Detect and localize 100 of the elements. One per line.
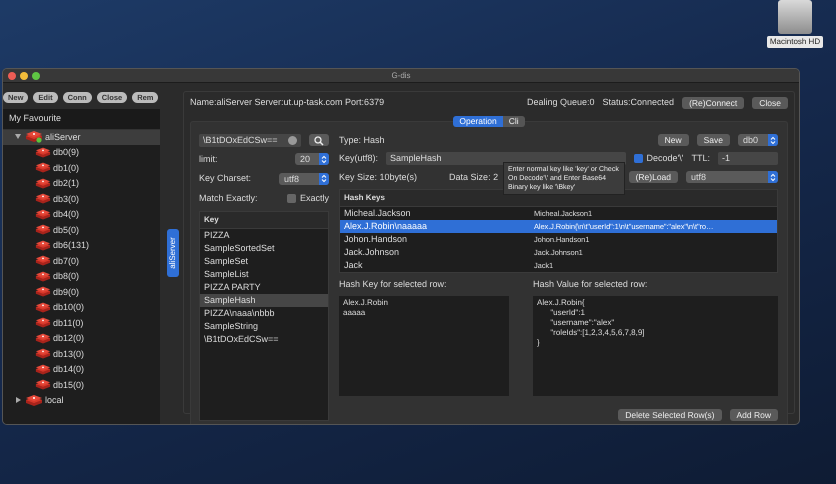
stacked-blocks-icon [35, 162, 51, 174]
stacked-blocks-icon [35, 270, 51, 283]
tree-item-label[interactable]: db12(0) [53, 332, 84, 346]
key-list-item[interactable]: \B1tDOxEdCSw== [200, 333, 328, 346]
stacked-blocks-icon [35, 379, 51, 392]
tree-item-label[interactable]: db9(0) [53, 286, 80, 299]
charset-label: Key Charset: [199, 172, 252, 185]
search-field[interactable]: \B1tDOxEdCSw== [199, 134, 301, 146]
tree-header: My Favourite [3, 109, 160, 130]
key-list-item[interactable]: PIZZA [200, 229, 328, 242]
clear-icon[interactable] [288, 136, 297, 144]
key-list-item[interactable]: PIZZA\naaa\nbbb [200, 307, 328, 320]
hard-drive-icon [778, 0, 812, 34]
reload-button[interactable]: (Re)Load [628, 171, 678, 184]
hash-key-label: Hash Key for selected row: [339, 278, 448, 291]
stacked-blocks-icon [35, 348, 51, 360]
stacked-blocks-icon [35, 208, 51, 221]
tree-item[interactable]: aliServer [3, 130, 160, 145]
stacked-blocks-icon [35, 240, 51, 252]
stacked-blocks-icon [35, 224, 51, 236]
hash-value-text[interactable]: Alex.J.Robin{ "userId":1 "username":"alex" "roleIds":[1,2,3,4,5,6,7,8,9] } [533, 296, 778, 396]
stacked-blocks-icon [35, 286, 51, 298]
header-button[interactable]: Close [752, 96, 788, 109]
stacked-blocks-icon [35, 193, 51, 206]
tree-item-label[interactable]: db11(0) [53, 316, 84, 330]
desktop-icon-label[interactable]: Macintosh HD [766, 36, 824, 48]
column-header: Key [200, 212, 328, 229]
key-type: Type: Hash [339, 134, 385, 147]
chevron-up-down-icon [770, 172, 776, 182]
ttl-label: TTL: [691, 152, 710, 165]
connection-status: Status:Connected [602, 96, 674, 109]
tree-item-label: local [45, 394, 64, 407]
table-cell-text: Jack.Johnson [343, 246, 400, 259]
tree-item-label[interactable]: db14(0) [53, 363, 84, 376]
decode-checkbox[interactable]: Decode'\' [634, 152, 684, 166]
exactly-checkbox[interactable]: Exactly [286, 192, 329, 205]
db-dropdown[interactable]: db0 [738, 134, 778, 146]
side-tab[interactable]: aliServer [167, 228, 179, 276]
stacked-blocks-icon [35, 255, 51, 268]
stacked-blocks-icon [35, 317, 51, 330]
stacked-blocks-icon [35, 178, 51, 190]
match-label: Match Exactly: [199, 192, 258, 205]
action-button[interactable]: Delete Selected Row(s) [618, 408, 722, 420]
key-list-item[interactable]: SampleSortedSet [200, 242, 328, 255]
tab[interactable]: Cli [502, 116, 525, 126]
stacked-blocks-icon [35, 302, 51, 314]
server-info: Name:aliServer Server:ut.up-task.com Port:6379 [190, 96, 384, 109]
tree-item-label[interactable]: db3(0) [53, 192, 80, 206]
table-cell-text: Jack [343, 259, 364, 272]
tree-item-label[interactable]: db0(9) [53, 146, 80, 160]
detail-button[interactable]: Save [696, 134, 730, 146]
key-list-item[interactable]: PIZZA PARTY [200, 281, 328, 294]
tree-item[interactable]: local [3, 393, 160, 408]
header-button[interactable]: (Re)Connect [682, 96, 744, 109]
action-button[interactable]: Add Row [730, 408, 778, 420]
table-cell-text: Johon.Handson [343, 233, 408, 246]
column-header: Hash Keys [340, 190, 777, 207]
hash-key-text[interactable]: Alex.J.Robin aaaaa [339, 296, 509, 396]
chevron-up-down-icon [321, 154, 327, 164]
limit-stepper[interactable]: 20 [295, 153, 329, 166]
stacked-blocks-icon [35, 364, 51, 376]
zoom-icon[interactable] [32, 72, 40, 80]
key-list-item[interactable]: SampleList [200, 268, 328, 281]
tree-item-label[interactable]: db1(0) [53, 162, 80, 175]
charset-dropdown[interactable]: utf8 [279, 172, 329, 185]
stacked-blocks-icon [35, 146, 51, 159]
value-charset-dropdown[interactable]: utf8 [686, 171, 778, 184]
tree-item-label[interactable]: db6(131) [53, 239, 90, 252]
close-icon[interactable] [8, 72, 16, 80]
minimize-icon[interactable] [20, 72, 28, 80]
stacked-blocks-icon [35, 332, 51, 345]
tree-item-label: aliServer [45, 130, 81, 144]
key-list-item[interactable]: SampleHash [200, 294, 328, 307]
key-size: Key Size: 10byte(s) [339, 170, 418, 184]
chevron-up-down-icon [321, 174, 327, 184]
hash-value-label: Hash Value for selected row: [533, 278, 648, 291]
ttl-field[interactable]: -1 [718, 152, 778, 166]
tree-item-label[interactable]: db13(0) [53, 348, 84, 361]
tree-item-label[interactable]: db7(0) [53, 254, 80, 268]
tree-item-label[interactable]: db2(1) [53, 177, 80, 190]
tree-item-label[interactable]: db5(0) [53, 224, 80, 237]
disclosure-triangle-icon[interactable] [15, 133, 21, 140]
tree-item-label[interactable]: db4(0) [53, 208, 80, 222]
window-title: G-dis [390, 70, 412, 82]
tree-item-label[interactable]: db15(0) [53, 378, 84, 392]
detail-button[interactable]: New [658, 134, 689, 146]
key-list-item[interactable]: SampleString [200, 320, 328, 333]
key-list-item[interactable]: SampleSet [200, 255, 328, 268]
queue-status: Dealing Queue:0 [526, 96, 595, 109]
search-icon [314, 136, 324, 146]
tab[interactable]: Operation [453, 116, 503, 126]
search-button[interactable] [309, 134, 329, 146]
table-cell-text: Alex.J.Robin\naaaaa [343, 220, 428, 233]
tree-item-label[interactable]: db10(0) [53, 301, 84, 314]
table-cell-text: Micheal.Jackson [343, 207, 412, 220]
disclosure-triangle-icon[interactable] [15, 396, 21, 403]
limit-label: limit: [199, 152, 218, 166]
tree-item-label[interactable]: db8(0) [53, 270, 80, 284]
key-label: Key(utf8): [339, 152, 378, 165]
chevron-up-down-icon [770, 136, 776, 145]
